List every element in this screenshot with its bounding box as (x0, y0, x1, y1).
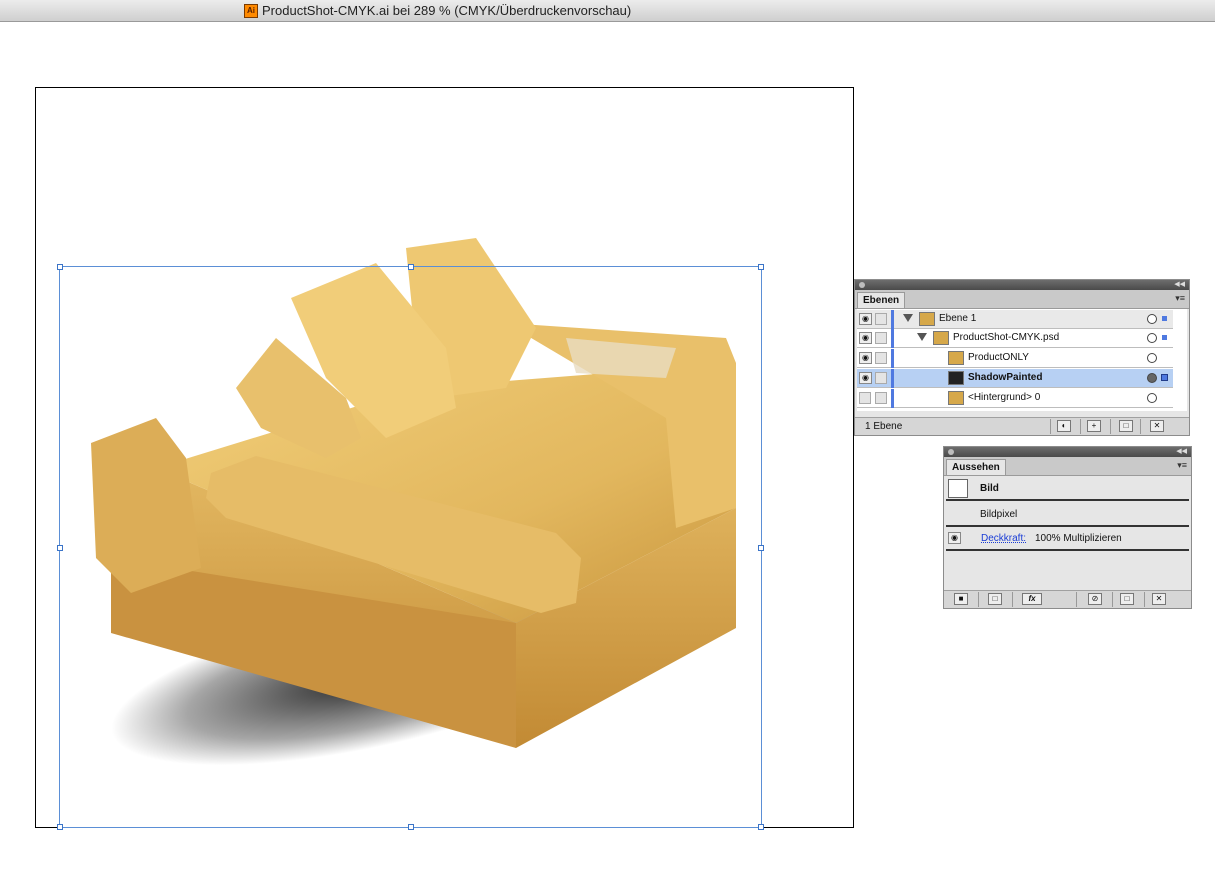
visibility-toggle[interactable] (859, 392, 871, 404)
disclosure-triangle-icon[interactable] (903, 314, 913, 322)
layer-color-bar (891, 310, 894, 329)
layer-row[interactable]: ◉ ShadowPainted (857, 369, 1173, 388)
layer-name: ProductONLY (968, 352, 1029, 363)
divider (978, 592, 979, 607)
appearance-footer: ■ □ fx ⊘ □ ✕ (944, 590, 1191, 608)
layer-row[interactable]: ◉ Ebene 1 (857, 310, 1173, 329)
target-icon[interactable] (1147, 314, 1157, 324)
panel-menu-icon[interactable]: ▾≡ (1175, 293, 1185, 304)
object-type: Bild (980, 483, 999, 494)
layer-name: ShadowPainted (968, 372, 1043, 383)
collapse-icon[interactable]: ◀◀ (1174, 280, 1185, 288)
layer-name: <Hintergrund> 0 (968, 392, 1041, 403)
divider (1050, 419, 1051, 434)
divider (1110, 419, 1111, 434)
divider (1012, 592, 1013, 607)
eye-icon[interactable]: ◉ (859, 332, 872, 344)
eye-icon[interactable]: ◉ (859, 372, 872, 384)
layer-row[interactable]: ◉ ProductONLY (857, 349, 1173, 368)
close-icon[interactable] (859, 282, 865, 288)
selection-indicator[interactable] (1162, 316, 1167, 321)
panel-tabbar: Ebenen ▾≡ (855, 290, 1189, 309)
layer-thumbnail (933, 331, 949, 345)
layer-color-bar (891, 369, 894, 388)
clear-appearance-icon[interactable]: ⊘ (1088, 593, 1102, 605)
layer-thumbnail (948, 391, 964, 405)
target-icon[interactable] (1147, 333, 1157, 343)
opacity-value: 100% Multiplizieren (1035, 533, 1122, 544)
appearance-panel: ◀◀ Aussehen ▾≡ Bild Bildpixel ◉ Deckkraf… (943, 446, 1192, 609)
divider (1080, 419, 1081, 434)
layer-thumbnail (919, 312, 935, 326)
layer-row[interactable]: <Hintergrund> 0 (857, 389, 1173, 408)
new-layer-icon[interactable]: □ (1119, 420, 1133, 432)
layer-list: ◉ Ebene 1 ◉ ProductShot-CMYK.psd ◉ Produ… (857, 309, 1187, 411)
eye-icon[interactable]: ◉ (859, 313, 872, 325)
layer-name: ProductShot-CMYK.psd (953, 332, 1060, 343)
layers-panel: ◀◀ Ebenen ▾≡ ◉ Ebene 1 ◉ ProductShot-CMY… (854, 279, 1190, 436)
layer-color-bar (891, 349, 894, 368)
illustrator-icon: Ai (244, 4, 258, 18)
close-icon[interactable] (948, 449, 954, 455)
make-clipping-mask-icon[interactable]: ◐ (1057, 420, 1071, 432)
selection-indicator[interactable] (1162, 335, 1167, 340)
panel-header[interactable]: ◀◀ (855, 280, 1189, 290)
create-sublayer-icon[interactable]: + (1087, 420, 1101, 432)
panel-header[interactable]: ◀◀ (944, 447, 1191, 457)
appearance-content-row[interactable]: Bildpixel (946, 503, 1189, 527)
content-label: Bildpixel (980, 509, 1018, 520)
target-icon[interactable] (1147, 373, 1157, 383)
artboard[interactable] (35, 87, 854, 828)
divider (1112, 592, 1113, 607)
object-thumbnail (948, 479, 968, 498)
selection-indicator[interactable] (1161, 374, 1168, 381)
duplicate-item-icon[interactable]: □ (1120, 593, 1134, 605)
target-icon[interactable] (1147, 393, 1157, 403)
divider (1144, 592, 1145, 607)
appearance-opacity-row[interactable]: ◉ Deckkraft: 100% Multiplizieren (946, 527, 1189, 551)
disclosure-triangle-icon[interactable] (917, 333, 927, 341)
divider (1076, 592, 1077, 607)
add-stroke-icon[interactable]: ■ (954, 593, 968, 605)
layer-color-bar (891, 389, 894, 408)
window-title: ProductShot-CMYK.ai bei 289 % (CMYK/Über… (262, 3, 632, 18)
sofa-image[interactable] (36, 88, 853, 827)
lock-toggle[interactable] (875, 313, 887, 325)
eye-icon[interactable]: ◉ (859, 352, 872, 364)
lock-toggle[interactable] (875, 392, 887, 404)
layer-thumbnail (948, 351, 964, 365)
opacity-link[interactable]: Deckkraft: (981, 533, 1026, 544)
lock-toggle[interactable] (875, 372, 887, 384)
panel-tabbar: Aussehen ▾≡ (944, 457, 1191, 476)
add-fill-icon[interactable]: □ (988, 593, 1002, 605)
eye-icon[interactable]: ◉ (948, 532, 961, 544)
lock-toggle[interactable] (875, 352, 887, 364)
trash-icon[interactable]: ✕ (1150, 420, 1164, 432)
trash-icon[interactable]: ✕ (1152, 593, 1166, 605)
fx-icon[interactable]: fx (1022, 593, 1042, 605)
tab-ebenen[interactable]: Ebenen (857, 292, 906, 308)
lock-toggle[interactable] (875, 332, 887, 344)
target-icon[interactable] (1147, 353, 1157, 363)
window-titlebar: Ai ProductShot-CMYK.ai bei 289 % (CMYK/Ü… (0, 0, 1215, 22)
layers-footer: 1 Ebene ◐ + □ ✕ (855, 417, 1189, 435)
divider (1140, 419, 1141, 434)
layer-count: 1 Ebene (865, 421, 903, 432)
panel-menu-icon[interactable]: ▾≡ (1177, 460, 1187, 471)
collapse-icon[interactable]: ◀◀ (1176, 447, 1187, 455)
layer-thumbnail (948, 371, 964, 385)
layer-row[interactable]: ◉ ProductShot-CMYK.psd (857, 329, 1173, 348)
layer-color-bar (891, 329, 894, 348)
layer-name: Ebene 1 (939, 313, 977, 324)
appearance-object-row[interactable]: Bild (946, 477, 1189, 501)
tab-aussehen[interactable]: Aussehen (946, 459, 1006, 475)
